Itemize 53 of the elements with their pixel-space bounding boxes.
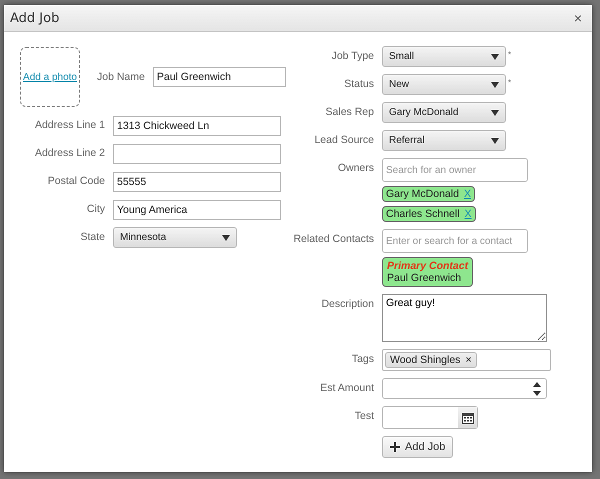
description-textarea[interactable]: Great guy! — [382, 294, 547, 342]
field-label: Postal Code — [46, 175, 105, 188]
dialog-title: Add Job — [10, 10, 60, 26]
owner-search-input[interactable]: Search for an owner — [382, 158, 528, 182]
field-label: Address Line 2 — [34, 147, 105, 160]
contact-name: Paul Greenwich — [387, 272, 462, 284]
number-input[interactable] — [382, 378, 547, 399]
text-input[interactable]: 1313 Chickweed Ln — [113, 116, 281, 136]
caret-icon — [491, 110, 499, 116]
contact-search-input[interactable]: Enter or search for a contact — [382, 229, 528, 253]
owner-name: Charles Schnell — [386, 208, 460, 220]
contact-role: Primary Contact — [387, 260, 468, 272]
required-mark: * — [508, 78, 512, 87]
field-label: Related Contacts — [292, 232, 374, 246]
text-input[interactable]: Young America — [113, 200, 281, 220]
date-picker[interactable] — [382, 406, 478, 429]
tags-input[interactable]: Wood Shingles × — [382, 349, 551, 371]
text-input[interactable]: 55555 — [113, 172, 281, 192]
job-name-input[interactable]: Paul Greenwich — [152, 67, 286, 87]
select-dropdown[interactable]: Small — [382, 46, 506, 67]
caret-icon — [222, 234, 230, 240]
owner-name: Gary McDonald — [386, 188, 459, 200]
text-input[interactable] — [113, 144, 281, 164]
field-label: City — [86, 203, 105, 216]
field-label: Est Amount — [319, 381, 374, 395]
spinner-icon[interactable] — [533, 382, 541, 396]
select-dropdown[interactable]: Gary McDonald — [382, 102, 506, 123]
field-label: Description — [320, 297, 374, 311]
calendar-icon[interactable] — [462, 412, 474, 424]
field-label: Lead Source — [313, 133, 374, 147]
add-photo-link[interactable]: Add a photo — [23, 72, 77, 82]
field-label: Tags — [350, 352, 374, 366]
field-label: Status — [343, 77, 374, 91]
select-dropdown[interactable]: Minnesota — [113, 227, 237, 248]
field-label: State — [79, 231, 105, 244]
select-dropdown[interactable]: Referral — [382, 130, 506, 151]
caret-icon — [491, 138, 499, 144]
photo-dropzone[interactable]: Add a photo — [20, 47, 80, 107]
caret-icon — [491, 54, 499, 60]
plus-icon — [390, 442, 400, 452]
field-label: Job Type — [330, 49, 374, 63]
caret-icon — [491, 82, 499, 88]
tag-name: Wood Shingles — [390, 354, 460, 366]
field-label: Test — [354, 409, 374, 423]
field-label: Sales Rep — [324, 105, 374, 119]
close-button[interactable]: × — [572, 10, 584, 26]
add-job-button[interactable]: Add Job — [382, 436, 454, 458]
field-label: Address Line 1 — [34, 119, 105, 132]
required-mark: * — [508, 50, 512, 59]
field-label: Owners — [336, 161, 374, 175]
select-dropdown[interactable]: New — [382, 74, 506, 95]
field-label: Job Name — [97, 70, 145, 84]
tag-remove-button[interactable]: × — [465, 354, 472, 366]
